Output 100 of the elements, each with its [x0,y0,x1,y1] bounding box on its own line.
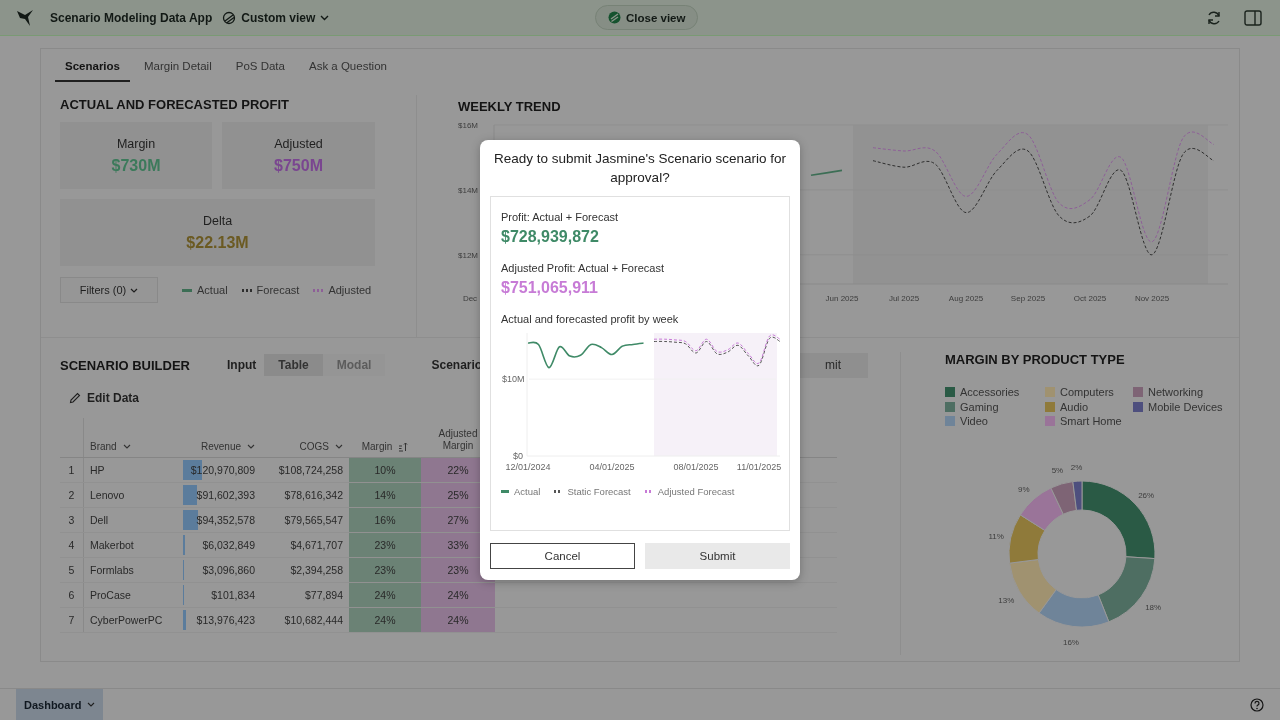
column-header[interactable]: Margin [349,418,421,458]
close-view-icon [608,11,621,24]
chart-title: Actual and forecasted profit by week [501,313,680,325]
column-header[interactable]: COGS [261,418,349,458]
table-cell: 10% [349,457,421,483]
stat-label: Profit: Actual + Forecast [501,211,620,223]
table-cell: $91,602,393 [181,482,261,508]
table-cell: 24% [349,607,421,633]
table-cell: $3,096,860 [181,557,261,583]
refresh-button[interactable] [1206,9,1222,26]
tab[interactable]: Margin Detail [134,55,222,82]
cancel-button[interactable]: Cancel [490,543,635,569]
axis-label: $10M [502,374,525,385]
view-menu[interactable]: Custom view [222,10,330,25]
legend-label: Adjusted [328,284,372,296]
table-cell: 16% [349,507,421,533]
legend-label: Computers [1060,386,1114,399]
table-cell: Lenovo [83,482,181,508]
axis-label: Jul 2025 [888,294,920,303]
tab[interactable]: Scenarios [55,55,130,82]
tab[interactable]: PoS Data [225,55,295,82]
axis-label: Dec [462,294,478,303]
axis-label: Sep 2025 [1010,294,1046,303]
table-cell: $120,970,809 [181,457,261,483]
section-title: WEEKLY TREND [458,99,562,114]
edit-data-button[interactable]: Edit Data [69,391,139,405]
pencil-icon [69,392,81,404]
stat-value: $728,939,872 [501,228,600,246]
column-header[interactable]: Brand [83,418,181,458]
table-cell: $94,352,578 [181,507,261,533]
filters-button[interactable]: Filters (0) [60,277,158,303]
legend-label: Smart Home [1060,415,1122,428]
axis-label: $16M [458,121,478,130]
view-icon [222,10,237,25]
legend-label: Actual [197,284,228,296]
section-title: MARGIN BY PRODUCT TYPE [945,352,1126,367]
row-number: 3 [60,507,84,533]
chevron-down-icon [335,444,343,449]
table-cell: $13,976,423 [181,607,261,633]
table-cell: HP [83,457,181,483]
mode-toggle[interactable]: Table [264,354,323,376]
kpi-value: $730M [111,156,161,175]
data-label: 11% [988,531,1004,541]
table-cell: $6,032,849 [181,532,261,558]
legend-label: Video [960,415,988,428]
row-number: 4 [60,532,84,558]
input-label: Input [227,358,257,372]
table-cell: $101,834 [181,582,261,608]
kpi-label: Adjusted [274,136,323,151]
axis-label: Nov 2025 [1134,294,1170,303]
column-header[interactable]: Revenue [181,418,261,458]
app-title: Scenario Modeling Data App [50,10,213,25]
legend-label: Forecast [256,284,300,296]
row-number: 5 [60,557,84,583]
logo-icon [16,8,36,27]
close-view-button[interactable]: Close view [595,5,699,30]
dialog-title: Ready to submit Jasmine's Scenario scenario for approval? [492,150,788,187]
axis-label: $14M [458,185,478,195]
axis-label: 04/01/2025 [589,462,635,472]
chevron-down-icon [130,287,139,293]
legend-label: Static Forecast [567,486,631,497]
tab[interactable]: Ask a Question [298,55,397,82]
table-cell: 23% [349,557,421,583]
data-label: 9% [1018,484,1030,494]
help-button[interactable] [1250,697,1264,712]
legend-label: Actual [514,486,541,497]
axis-label: Jun 2025 [825,294,859,303]
legend-label: Adjusted Forecast [657,486,735,497]
table-cell: 24% [349,582,421,608]
side-panel-button[interactable] [1244,9,1262,26]
axis-label: Aug 2025 [948,294,984,303]
chevron-down-icon [87,702,96,707]
axis-label: Oct 2025 [1073,294,1107,303]
legend-label: Networking [1148,386,1204,399]
legend-label: Mobile Devices [1148,400,1223,413]
stat-label: Adjusted Profit: Actual + Forecast [501,262,665,274]
row-number: 1 [60,457,84,483]
axis-label: 11/01/2025 [736,462,782,472]
scenario-label: Scenario [431,358,483,372]
legend-label: Gaming [960,400,999,413]
data-label: 26% [1138,490,1155,500]
table-cell: Makerbot [83,532,181,558]
kpi-label: Margin [116,136,156,151]
kpi-label: Delta [202,213,233,228]
row-number: 7 [60,607,84,633]
legend-label: Audio [1060,400,1089,413]
table-cell: Formlabs [83,557,181,583]
data-label: 16% [1062,637,1079,647]
table-cell: CyberPowerPC [83,607,181,633]
chevron-down-icon [122,444,131,449]
axis-label: $0 [513,451,523,461]
legend-label: Accessories [960,386,1020,399]
chevron-down-icon [320,14,330,21]
table-cell: 23% [349,532,421,558]
section-title: ACTUAL AND FORECASTED PROFIT [60,97,290,112]
sort-icon [398,441,409,452]
submit-button[interactable]: Submit [645,543,790,569]
axis-label: 12/01/2024 [505,462,551,472]
axis-label: $12M [458,250,478,260]
dashboard-tab[interactable]: Dashboard [16,688,104,720]
